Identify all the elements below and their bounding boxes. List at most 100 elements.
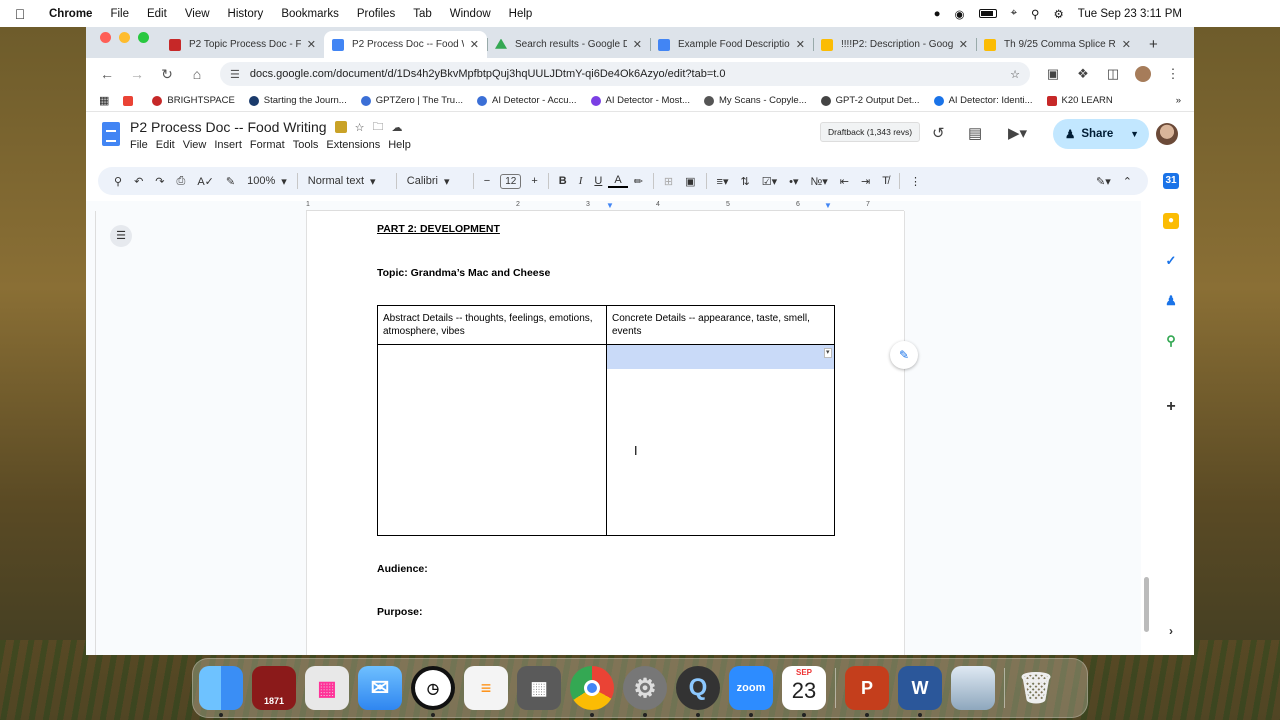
menubar-app-name[interactable]: Chrome (40, 8, 101, 20)
version-history-icon[interactable]: ↺ (932, 124, 945, 142)
italic-icon[interactable]: I (573, 175, 589, 187)
hide-side-panel-chevron-icon[interactable]: › (1163, 623, 1179, 639)
table-cell-concrete-selected[interactable] (607, 345, 834, 369)
paint-format-icon[interactable]: ✎ (220, 175, 241, 188)
new-tab-button[interactable]: + (1139, 36, 1168, 58)
bookmark-star-icon[interactable]: ☆ (1010, 68, 1020, 81)
menubar-bookmarks[interactable]: Bookmarks (272, 8, 348, 20)
browser-tab[interactable]: P2 Topic Process Doc - Fa ✕ (161, 31, 324, 58)
account-avatar[interactable] (1156, 123, 1178, 145)
paragraph-style-select[interactable]: Normal text ▾ (302, 175, 392, 188)
apps-grid-icon[interactable]: ▦ (94, 94, 114, 107)
document-page[interactable]: PART 2: DEVELOPMENT Topic: Grandma’s Mac… (306, 211, 905, 655)
bookmark-item[interactable]: Starting the Journ... (244, 95, 352, 106)
doc-title[interactable]: P2 Process Doc -- Food Writing (130, 119, 327, 135)
decrease-indent-icon[interactable]: ⇤ (834, 175, 855, 188)
docs-menu-edit[interactable]: Edit (156, 139, 183, 151)
battery-icon[interactable] (978, 9, 997, 18)
browser-tab-active[interactable]: P2 Process Doc -- Food W ✕ (324, 31, 487, 58)
font-select[interactable]: Calibri ▾ (401, 175, 469, 188)
browser-tab[interactable]: Example Food Description ✕ (650, 31, 813, 58)
print-icon[interactable]: ⎙ (171, 175, 192, 188)
docs-menu-file[interactable]: File (130, 139, 156, 151)
numbered-list-icon[interactable]: №▾ (804, 175, 833, 188)
close-tab-icon[interactable]: ✕ (1122, 38, 1131, 51)
docs-menu-tools[interactable]: Tools (293, 139, 327, 151)
google-docs-logo-icon[interactable] (102, 122, 120, 146)
cloud-status-icon[interactable]: ☁ (391, 121, 402, 134)
menubar-tab[interactable]: Tab (404, 8, 441, 20)
menubar-history[interactable]: History (219, 8, 273, 20)
share-dropdown-chevron-icon[interactable]: ▼ (1130, 129, 1149, 139)
editing-mode-icon[interactable]: ✎▾ (1090, 175, 1117, 188)
checklist-icon[interactable]: ☑▾ (756, 175, 783, 188)
line-spacing-icon[interactable]: ⇅ (734, 175, 755, 188)
calculator-icon[interactable]: ▦ (517, 666, 561, 710)
docs-menu-view[interactable]: View (183, 139, 215, 151)
site-info-icon[interactable]: ☰ (230, 68, 240, 81)
menubar-edit[interactable]: Edit (138, 8, 176, 20)
highlight-color-icon[interactable]: ✏ (628, 175, 649, 188)
tasks-icon[interactable]: ✓ (1163, 253, 1179, 269)
contacts-icon[interactable]: ♟ (1163, 293, 1179, 309)
finder-icon[interactable] (199, 666, 243, 717)
get-addons-icon[interactable]: + (1163, 399, 1179, 415)
add-comment-icon[interactable]: ✎ (890, 341, 918, 369)
redo-icon[interactable]: ↷ (149, 175, 170, 188)
spotlight-search-icon[interactable]: ⚲ (1031, 7, 1039, 21)
chrome-menu-icon[interactable]: ⋮ (1160, 66, 1186, 82)
docs-menu-format[interactable]: Format (250, 139, 293, 151)
calendar-icon[interactable]: 31 (1163, 173, 1179, 189)
bookmark-item[interactable]: My Scans - Copyle... (699, 95, 812, 106)
zoom-select[interactable]: 100% ▾ (241, 175, 293, 188)
font-size-input[interactable]: 12 (500, 173, 522, 189)
menubar-view[interactable]: View (176, 8, 219, 20)
star-icon[interactable]: ☆ (355, 121, 365, 134)
menubar-clock[interactable]: Tue Sep 23 3:11 PM (1078, 8, 1182, 20)
move-folder-icon[interactable]: 🗀 (372, 118, 383, 137)
bookmark-item[interactable]: GPTZero | The Tru... (356, 95, 468, 106)
increase-font-size-icon[interactable]: + (525, 175, 543, 187)
bookmark-item[interactable]: AI Detector - Most... (586, 95, 695, 106)
menubar-window[interactable]: Window (441, 8, 500, 20)
close-tab-icon[interactable]: ✕ (959, 38, 968, 51)
bold-icon[interactable]: B (553, 175, 573, 187)
clear-formatting-icon[interactable]: T̸ (876, 175, 895, 187)
table-header-abstract[interactable]: Abstract Details -- thoughts, feelings, … (378, 306, 606, 344)
school-app-icon[interactable]: 1871 (252, 666, 296, 710)
more-bookmarks-icon[interactable]: » (1171, 95, 1186, 106)
control-center-icon[interactable]: ⚙ (1053, 7, 1063, 21)
reminders-icon[interactable]: ≡ (464, 666, 508, 710)
menubar-help[interactable]: Help (500, 8, 542, 20)
bookmark-item[interactable]: K20 LEARN (1042, 95, 1118, 106)
ruler-indent-marker-icon[interactable]: ▼ (606, 201, 614, 210)
apple-menu-icon[interactable]:  (0, 6, 40, 22)
bulleted-list-icon[interactable]: •▾ (783, 175, 804, 188)
mail-icon[interactable]: ✉ (358, 666, 402, 710)
bookmark-item[interactable]: BRIGHTSPACE (147, 95, 239, 106)
bookmark-gmail[interactable] (118, 95, 143, 106)
decrease-font-size-icon[interactable]: − (478, 175, 496, 187)
underline-icon[interactable]: U (588, 175, 608, 187)
insert-link-icon[interactable]: ⊞ (658, 175, 679, 188)
maps-icon[interactable]: ⚲ (1163, 333, 1179, 349)
extensions-puzzle-icon[interactable]: ❖ (1070, 66, 1096, 82)
zoom-icon[interactable]: zoom (729, 666, 773, 717)
comments-icon[interactable]: ▤ (968, 124, 982, 142)
details-table[interactable]: Abstract Details -- thoughts, feelings, … (377, 305, 835, 536)
powerpoint-icon[interactable]: P (845, 666, 889, 717)
menubar-profiles[interactable]: Profiles (348, 8, 404, 20)
horizontal-ruler[interactable]: 1 2 3 ▼ 4 5 6 ▼ 7 (306, 201, 904, 211)
preview-icon[interactable] (951, 666, 995, 710)
more-options-icon[interactable]: ⋮ (904, 175, 927, 188)
launchpad-icon[interactable]: ▦ (305, 666, 349, 710)
ruler-right-margin-marker-icon[interactable]: ▼ (824, 201, 832, 210)
text-color-icon[interactable]: A (608, 174, 628, 188)
meet-video-icon[interactable]: ▶▾ (1008, 124, 1027, 142)
draftback-button[interactable]: Draftback (1,343 revs) (820, 122, 921, 142)
browser-tab[interactable]: Search results - Google Dr ✕ (487, 31, 650, 58)
increase-indent-icon[interactable]: ⇥ (855, 175, 876, 188)
browser-tab[interactable]: !!!!P2: Description - Googl ✕ (813, 31, 976, 58)
system-settings-icon[interactable]: ⚙ (623, 666, 667, 717)
word-icon[interactable]: W (898, 666, 942, 717)
